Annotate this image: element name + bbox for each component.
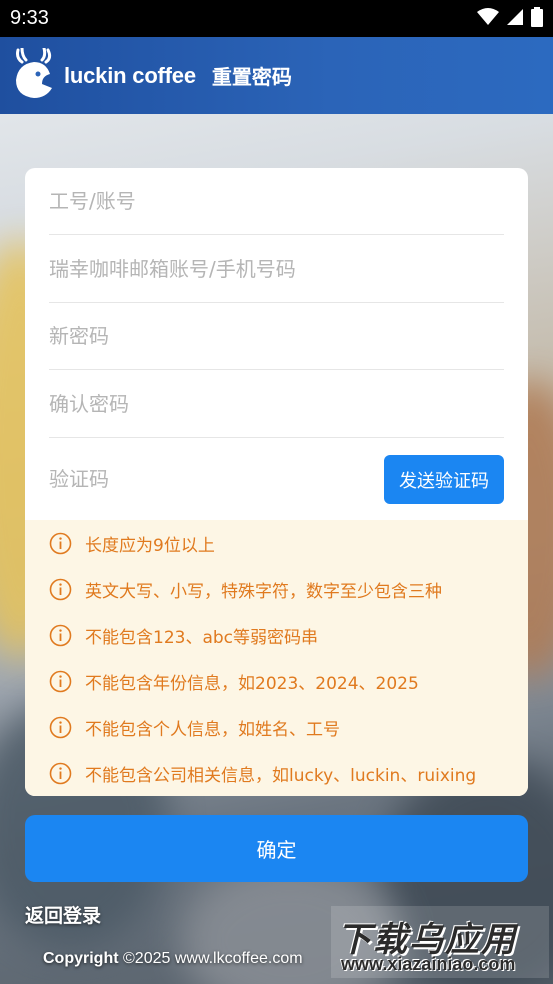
password-rule-text: 不能包含个人信息，如姓名、工号 (85, 719, 340, 740)
app-header: luckin coffee 重置密码 (0, 37, 553, 114)
email-phone-field (49, 236, 504, 303)
password-rule-text: 英文大写、小写，特殊字符，数字至少包含三种 (85, 581, 442, 602)
copyright-notice: Copyright ©2025 www.lkcoffee.com (43, 950, 303, 968)
verification-code-input[interactable] (49, 466, 369, 491)
verification-code-field (49, 445, 369, 512)
info-icon (49, 532, 72, 555)
confirm-button[interactable]: 确定 (25, 815, 528, 882)
info-icon (49, 670, 72, 693)
site-watermark: 下载乌应用 www.xiazainiao.com (331, 906, 549, 978)
status-time: 9:33 (10, 7, 49, 29)
password-rule: 不能包含个人信息，如姓名、工号 (49, 712, 340, 742)
copyright-prefix: Copyright (43, 950, 119, 967)
info-icon (49, 716, 72, 739)
password-rule: 长度应为9位以上 (49, 528, 215, 558)
confirm-password-input[interactable] (49, 392, 504, 416)
info-icon (49, 762, 72, 785)
cellular-signal-icon (507, 8, 523, 30)
password-rules-panel: 长度应为9位以上 英文大写、小写，特殊字符，数字至少包含三种 不能包含123、a… (25, 520, 528, 796)
wifi-icon (477, 7, 499, 30)
info-icon (49, 578, 72, 601)
password-rule: 不能包含年份信息，如2023、2024、2025 (49, 666, 419, 696)
password-rule-text: 不能包含公司相关信息，如lucky、luckin、ruixing (85, 765, 477, 786)
info-icon (49, 624, 72, 647)
back-to-login-link[interactable]: 返回登录 (25, 901, 101, 928)
reset-password-form: 发送验证码 长度应为9位以上 英文大写、小写，特殊字符，数字至少包含三种 不能包… (25, 168, 528, 796)
confirm-password-field (49, 371, 504, 438)
brand-name: luckin coffee (64, 62, 196, 88)
watermark-url: www.xiazainiao.com (341, 954, 516, 974)
new-password-field (49, 303, 504, 370)
email-phone-input[interactable] (49, 257, 504, 281)
copyright-text: ©2025 www.lkcoffee.com (123, 950, 303, 967)
password-rule: 不能包含公司相关信息，如lucky、luckin、ruixing (49, 758, 476, 788)
status-bar: 9:33 (0, 0, 553, 37)
luckin-deer-logo-icon (12, 46, 56, 104)
new-password-input[interactable] (49, 324, 504, 348)
password-rule-text: 不能包含年份信息，如2023、2024、2025 (85, 673, 419, 694)
page-title: 重置密码 (211, 65, 292, 89)
password-rule: 英文大写、小写，特殊字符，数字至少包含三种 (49, 574, 442, 604)
account-field (49, 168, 504, 235)
password-rule-text: 不能包含123、abc等弱密码串 (85, 627, 319, 648)
password-rule: 不能包含123、abc等弱密码串 (49, 620, 318, 650)
send-code-button[interactable]: 发送验证码 (384, 455, 504, 504)
account-input[interactable] (49, 189, 504, 213)
battery-icon (531, 6, 543, 31)
password-rule-text: 长度应为9位以上 (85, 535, 215, 556)
